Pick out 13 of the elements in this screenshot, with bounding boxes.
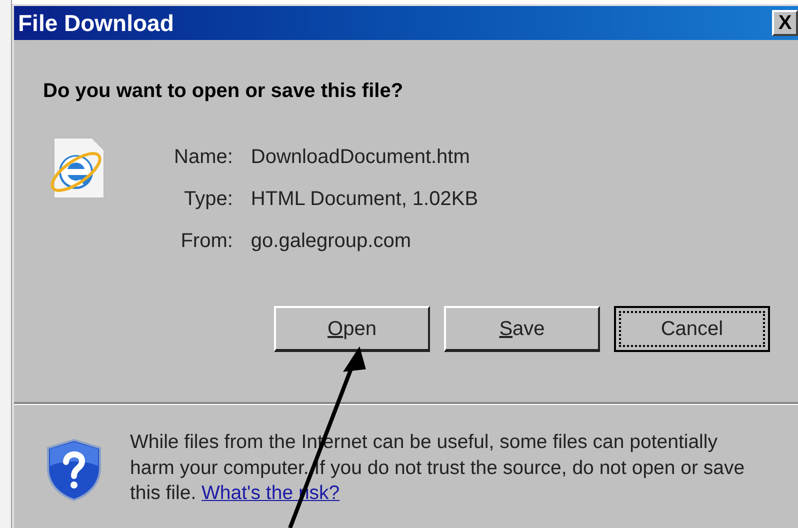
dialog-button[interactable]: Open <box>274 306 430 352</box>
field-value: HTML Document, 1.02KB <box>250 187 478 212</box>
field-value: DownloadDocument.htm <box>250 145 471 170</box>
dialog-button[interactable]: Save <box>444 306 600 352</box>
close-button[interactable]: X <box>772 10 798 36</box>
field-value: go.galegroup.com <box>250 229 412 254</box>
dialog-question: Do you want to open or save this file? <box>43 79 404 104</box>
security-shield-icon <box>46 438 102 502</box>
dialog-button[interactable]: Cancel <box>614 306 770 352</box>
field-label: From: <box>180 229 233 254</box>
field-label: Type: <box>182 187 233 212</box>
field-label: Name: <box>174 145 233 170</box>
window-title: File Download <box>18 8 174 38</box>
